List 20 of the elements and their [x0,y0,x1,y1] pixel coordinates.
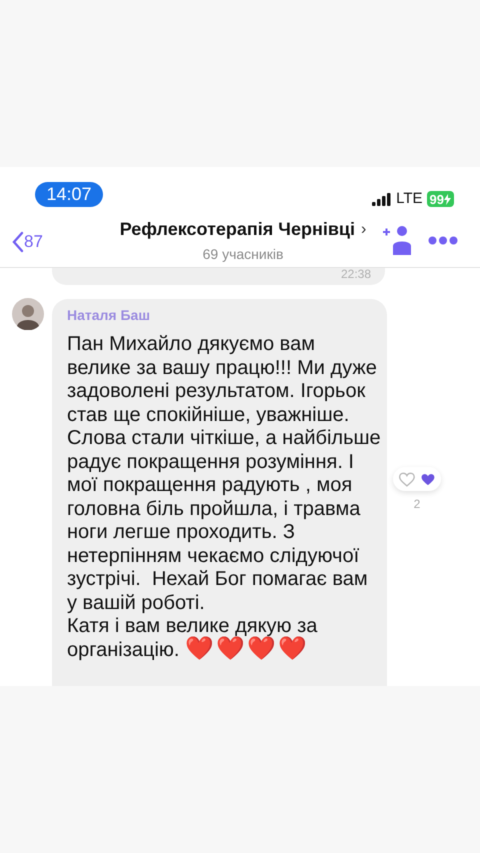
sender-name: Наталя Баш [67,306,152,325]
member-count: 69 учасників [202,245,284,264]
more-button[interactable] [428,236,458,245]
add-member-button[interactable] [381,224,413,256]
chat-title[interactable]: Рефлексотерапія Чернівці [120,216,355,243]
signal-icon [372,192,392,206]
chevron-left-icon [12,230,24,253]
message-time: 22:38 [340,268,371,280]
avatar [12,298,44,330]
reaction-button[interactable] [393,467,441,491]
reaction-count: 2 [414,496,420,513]
add-person-icon [381,224,413,256]
status-time: 14:07 [35,182,103,206]
heart-icon [421,472,435,486]
chevron-icon: › [360,218,366,242]
message-text: Пан Михайло дякуємо вам велике за вашу працю!!! Ми дуже задоволені результатом. Ігорьок став ще спокійніше, уважніше. Слова стали чіткіше, а найбільше радує покращення розуміння. І мої покращення радують , моя головна біль пройшла, і травма ноги легше проходить. З нетерпінням чекаємо слідуючої зустрічі. Нехай Бог помагає вам у вашій роботі. Катя і вам велике дякую за організацію. ❤❤❤❤ [67,333,382,660]
battery-indicator: 99 [426,191,454,207]
network-label: LTE [396,188,423,209]
more-icon [428,236,458,245]
back-button[interactable]: 87 [12,229,43,254]
